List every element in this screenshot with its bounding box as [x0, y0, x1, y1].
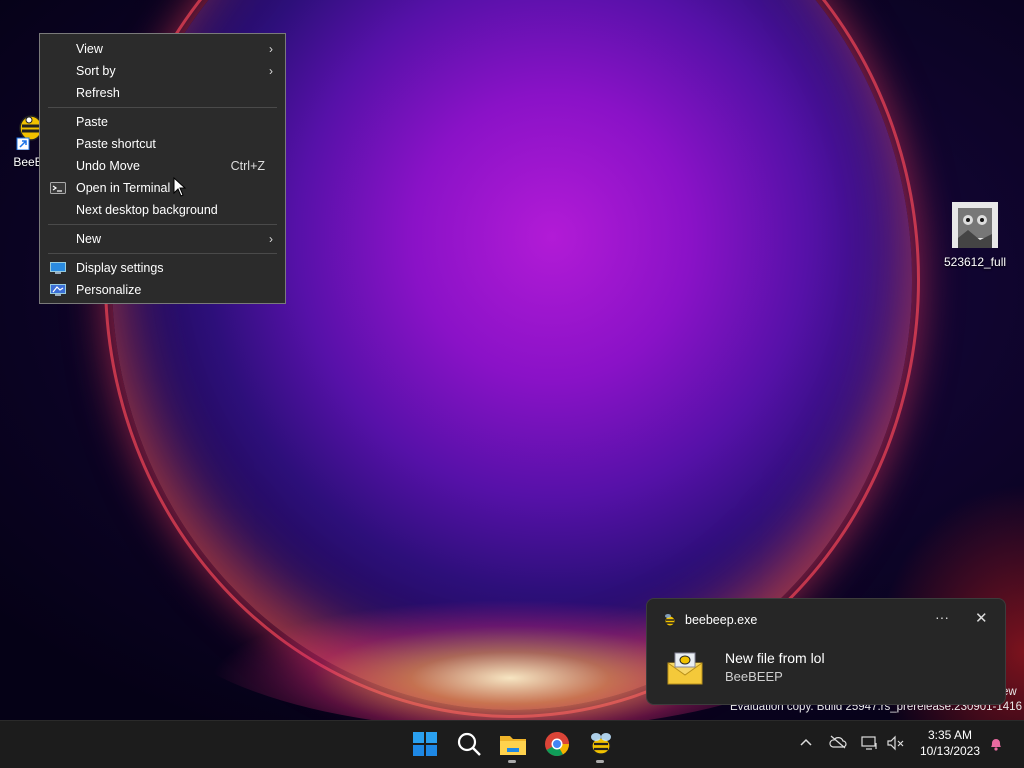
close-icon[interactable]: ✕: [975, 609, 988, 627]
menu-separator: [48, 107, 277, 108]
menu-separator: [48, 224, 277, 225]
taskbar-file-explorer[interactable]: [498, 729, 528, 763]
menu-item-label: Undo Move: [76, 159, 140, 173]
menu-item-label: Open in Terminal: [76, 181, 171, 195]
menu-item-label: Refresh: [76, 86, 120, 100]
menu-item-label: Next desktop background: [76, 203, 218, 217]
menu-item-label: View: [76, 42, 103, 56]
menu-separator: [48, 253, 277, 254]
menu-item-label: Display settings: [76, 261, 164, 275]
menu-item-undo-move[interactable]: Undo Move Ctrl+Z: [40, 155, 285, 177]
taskbar-chrome[interactable]: [542, 729, 572, 759]
running-indicator: [508, 760, 516, 763]
desktop-context-menu: View › Sort by › Refresh Paste Paste sho…: [39, 33, 286, 304]
taskbar-beebeep[interactable]: [586, 729, 616, 763]
start-icon: [413, 732, 437, 756]
image-file-icon: [952, 202, 998, 248]
menu-item-paste-shortcut[interactable]: Paste shortcut: [40, 133, 285, 155]
menu-item-display-settings[interactable]: Display settings: [40, 257, 285, 279]
clock-time: 3:35 AM: [927, 728, 973, 742]
tray-onedrive[interactable]: [829, 735, 847, 752]
network-icon: [861, 736, 877, 750]
desktop-icon-image-file[interactable]: 523612_full: [940, 202, 1010, 269]
menu-item-label: Paste shortcut: [76, 137, 156, 151]
toast-notification[interactable]: beebeep.exe ··· ✕ New file from lol BeeB…: [646, 598, 1006, 705]
menu-item-paste[interactable]: Paste: [40, 111, 285, 133]
show-hidden-icons-button[interactable]: [799, 735, 813, 752]
desktop-icon-label: 523612_full: [943, 255, 1007, 269]
cloud-offline-icon: [829, 735, 847, 749]
chevron-right-icon: ›: [269, 42, 273, 56]
chrome-icon: [545, 732, 569, 757]
chevron-right-icon: ›: [269, 64, 273, 78]
menu-item-label: Sort by: [76, 64, 116, 78]
menu-item-next-desktop-background[interactable]: Next desktop background: [40, 199, 285, 221]
mail-envelope-icon: [667, 652, 703, 685]
terminal-icon: [50, 182, 66, 194]
menu-item-view[interactable]: View ›: [40, 38, 285, 60]
search-icon: [457, 732, 481, 756]
clock-date: 10/13/2023: [919, 744, 981, 758]
running-indicator: [596, 760, 604, 763]
mouse-cursor-icon: [173, 177, 187, 197]
chevron-right-icon: ›: [269, 232, 273, 246]
display-icon: [50, 262, 66, 274]
file-explorer-icon: [500, 736, 526, 755]
menu-item-refresh[interactable]: Refresh: [40, 82, 285, 104]
notification-center-button[interactable]: [989, 736, 1003, 755]
toast-subtitle: BeeBEEP: [725, 669, 783, 684]
menu-item-label: New: [76, 232, 102, 246]
menu-item-new[interactable]: New ›: [40, 228, 285, 250]
menu-item-shortcut: Ctrl+Z: [230, 159, 265, 173]
search-button[interactable]: [454, 729, 484, 759]
bell-icon: [991, 739, 1001, 751]
chevron-up-icon: [800, 738, 812, 746]
toast-title: New file from lol: [725, 650, 825, 666]
more-options-icon[interactable]: ···: [935, 609, 949, 625]
taskbar: 3:35 AM 10/13/2023: [0, 720, 1024, 768]
menu-item-personalize[interactable]: Personalize: [40, 279, 285, 301]
tray-volume[interactable]: [887, 735, 905, 754]
taskbar-clock[interactable]: 3:35 AM 10/13/2023: [912, 727, 988, 759]
beebeep-icon: [664, 614, 676, 627]
beebeep-icon: [591, 733, 611, 755]
menu-item-sort-by[interactable]: Sort by ›: [40, 60, 285, 82]
volume-muted-icon: [887, 735, 904, 751]
menu-item-label: Personalize: [76, 283, 142, 297]
start-button[interactable]: [410, 729, 440, 759]
menu-item-open-in-terminal[interactable]: Open in Terminal: [40, 177, 285, 199]
personalize-icon: [50, 284, 66, 296]
toast-app-name: beebeep.exe: [685, 613, 758, 627]
menu-item-label: Paste: [76, 115, 108, 129]
tray-network[interactable]: [861, 735, 879, 754]
